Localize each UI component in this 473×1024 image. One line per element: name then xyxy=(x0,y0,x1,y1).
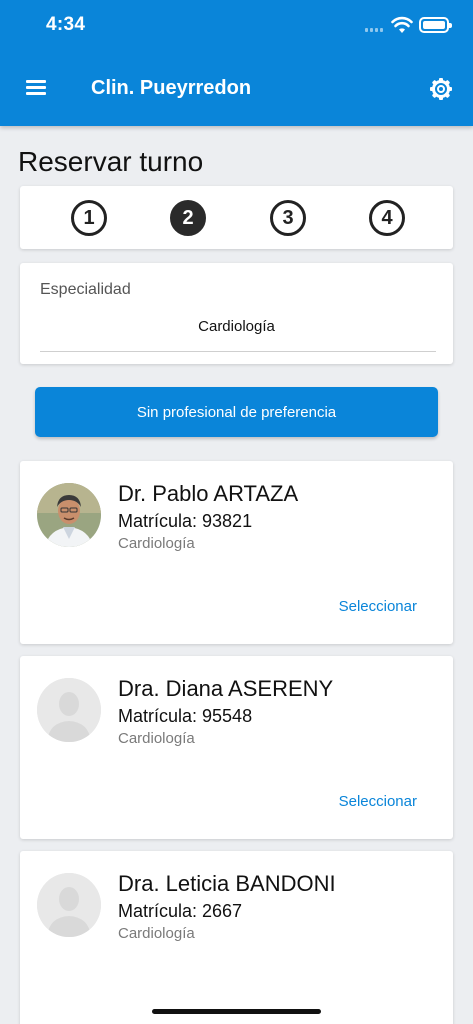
wifi-icon xyxy=(391,16,413,33)
step-2-current: 2 xyxy=(170,200,206,236)
app-header: 4:34 Clin. Pueyrredon xyxy=(0,0,473,126)
doctor-specialty: Cardiología xyxy=(118,535,195,552)
step-3: 3 xyxy=(270,200,306,236)
avatar-placeholder-icon xyxy=(37,678,101,742)
select-doctor-button[interactable]: Seleccionar xyxy=(339,793,417,810)
status-time: 4:34 xyxy=(46,14,86,35)
specialty-underline xyxy=(40,351,436,352)
no-preference-button[interactable]: Sin profesional de preferencia xyxy=(35,387,438,437)
doctor-name: Dra. Diana ASERENY xyxy=(118,676,334,701)
cellular-signal-icon xyxy=(365,28,385,32)
step-4: 4 xyxy=(369,200,405,236)
step-indicator: 1 2 3 4 xyxy=(20,186,453,249)
avatar-placeholder-icon xyxy=(37,873,101,937)
doctor-license: Matrícula: 2667 xyxy=(118,901,243,921)
doctor-license: Matrícula: 93821 xyxy=(118,511,253,531)
doctor-specialty: Cardiología xyxy=(118,730,195,747)
specialty-select[interactable]: Cardiología xyxy=(20,318,453,335)
doctor-name: Dr. Pablo ARTAZA xyxy=(118,481,299,506)
doctor-name: Dra. Leticia BANDONI xyxy=(118,871,336,896)
doctor-photo xyxy=(37,483,101,547)
select-doctor-button[interactable]: Seleccionar xyxy=(339,598,417,615)
doctor-card: Dra. Leticia BANDONI Matrícula: 2667 Car… xyxy=(20,851,453,1024)
doctor-card: Dr. Pablo ARTAZA Matrícula: 93821 Cardio… xyxy=(20,461,453,644)
doctor-specialty: Cardiología xyxy=(118,925,195,942)
gear-icon[interactable] xyxy=(429,77,453,101)
doctor-license: Matrícula: 95548 xyxy=(118,706,253,726)
home-indicator[interactable] xyxy=(152,1009,321,1014)
specialty-card: Especialidad Cardiología xyxy=(20,263,453,364)
menu-icon[interactable] xyxy=(26,80,46,96)
battery-icon xyxy=(419,17,452,33)
doctor-card: Dra. Diana ASERENY Matrícula: 95548 Card… xyxy=(20,656,453,839)
specialty-label: Especialidad xyxy=(40,281,131,298)
step-1: 1 xyxy=(71,200,107,236)
page-title: Reservar turno xyxy=(18,146,204,177)
app-title: Clin. Pueyrredon xyxy=(91,77,252,99)
